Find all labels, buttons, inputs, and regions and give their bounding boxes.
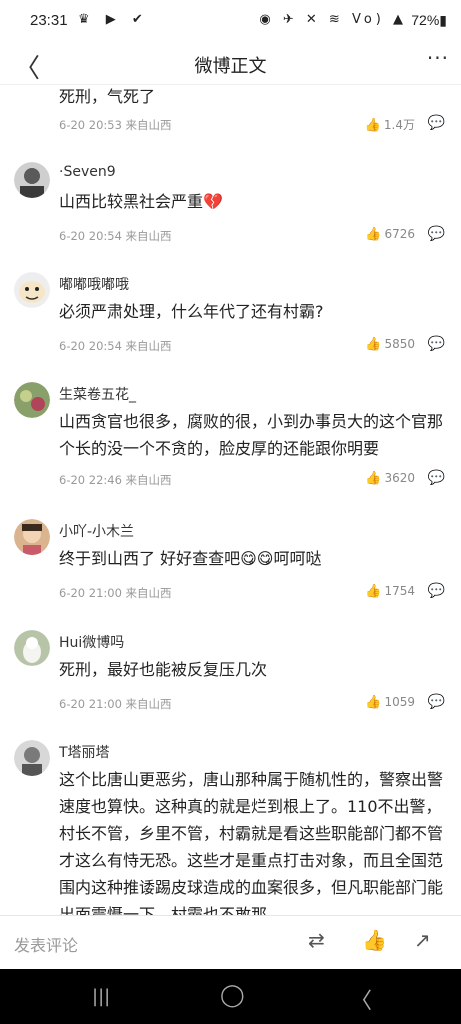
like-button[interactable]: 👍 1754 [365, 584, 415, 599]
comment-text: 终于到山西了 好好查查吧😋😋呵呵哒 [59, 549, 322, 568]
battery-indicator: 72%▮ [411, 12, 447, 28]
comment-text: 死刑，最好也能被反复压几次 [59, 660, 268, 679]
like-count: 3620 [384, 471, 415, 485]
status-bar: 23:31 ♛ ▶ ✔ ◉ ✈ ✕ ≋ Vo) ▲ 72%▮ [0, 0, 461, 44]
comment-username[interactable]: 生菜卷五花_ [59, 384, 136, 404]
comment-item: 生菜卷五花_ 山西贪官也很多，腐败的很，小到办事员大的这个官那个长的没一个不贪的… [0, 375, 461, 495]
share-icon[interactable]: ↗ [414, 928, 431, 952]
comment-bubble-icon[interactable]: 💬 [428, 470, 445, 486]
avatar[interactable] [14, 630, 50, 666]
comment-meta: 6-20 21:00 来自山西 [59, 697, 172, 711]
thumb-up-icon: 👍 [365, 695, 382, 710]
avatar[interactable] [14, 162, 50, 198]
repost-icon[interactable]: ⇄ [308, 928, 325, 952]
comment-text: 必须严肃处理，什么年代了还有村霸? [59, 302, 324, 321]
comment-meta: 6-20 20:53 来自山西 [59, 118, 172, 132]
like-button[interactable]: 👍 6726 [365, 227, 415, 242]
comment-item: 嘟嘟哦嘟哦 必须严肃处理，什么年代了还有村霸? 6-20 20:54 来自山西 … [0, 265, 461, 365]
top-nav-bar: 〈 微博正文 ··· [0, 44, 461, 85]
comment-username[interactable]: 嘟嘟哦嘟哦 [59, 274, 129, 294]
status-time: 23:31 [30, 12, 68, 29]
avatar[interactable] [14, 272, 50, 308]
page-title: 微博正文 [194, 56, 267, 77]
recent-apps-button[interactable]: ||| [92, 986, 110, 1007]
comment-meta: 6-20 21:00 来自山西 [59, 586, 172, 600]
comment-item: T塔丽塔 这个比唐山更恶劣，唐山那种属于随机性的，警察出警速度也算快。这种真的就… [0, 733, 461, 915]
avatar[interactable] [14, 740, 50, 776]
comment-text: 山西比较黑社会严重💔 [59, 192, 223, 211]
avatar[interactable] [14, 382, 50, 418]
comment-text: 山西贪官也很多，腐败的很，小到办事员大的这个官那个长的没一个不贪的，脸皮厚的还能… [59, 412, 444, 458]
like-count: 1059 [384, 695, 415, 709]
bottom-action-bar: 发表评论 ⇄ 👍 ↗ [0, 915, 461, 970]
thumb-up-icon: 👍 [365, 337, 382, 352]
like-button[interactable]: 👍 1059 [365, 695, 415, 710]
comment-item: 小吖-小木兰 终于到山西了 好好查查吧😋😋呵呵哒 6-20 21:00 来自山西… [0, 512, 461, 612]
like-count: 1754 [384, 584, 415, 598]
comment-meta: 6-20 20:54 来自山西 [59, 339, 172, 353]
comment-item: ·Seven9 山西比较黑社会严重💔 6-20 20:54 来自山西 👍 6726… [0, 155, 461, 255]
comment-bubble-icon[interactable]: 💬 [428, 694, 445, 710]
comment-item: Hui微博吗 死刑，最好也能被反复压几次 6-20 21:00 来自山西 👍 10… [0, 623, 461, 723]
comment-username[interactable]: 小吖-小木兰 [59, 521, 134, 541]
like-icon[interactable]: 👍 [362, 928, 387, 952]
notification-icons: ♛ ▶ ✔ [78, 12, 149, 27]
comment-meta: 6-20 22:46 来自山西 [59, 473, 172, 487]
like-button[interactable]: 👍 5850 [365, 337, 415, 352]
thumb-up-icon: 👍 [365, 471, 382, 486]
like-count: 6726 [384, 227, 415, 241]
thumb-up-icon: 👍 [364, 118, 381, 133]
thumb-up-icon: 👍 [365, 227, 382, 242]
comment-input[interactable]: 发表评论 [14, 932, 78, 956]
system-back-button[interactable]: 〈 [350, 983, 372, 1015]
home-button[interactable]: ◯ [220, 983, 245, 1008]
comment-bubble-icon[interactable]: 💬 [428, 115, 445, 131]
comment-meta: 6-20 20:54 来自山西 [59, 229, 172, 243]
system-navigation-bar: ||| ◯ 〈 [0, 969, 461, 1024]
comment-username[interactable]: ·Seven9 [59, 164, 116, 180]
like-button[interactable]: 👍 3620 [365, 471, 415, 486]
more-options-button[interactable]: ··· [427, 46, 449, 70]
comment-list[interactable]: 死刑，气死了 6-20 20:53 来自山西 👍 1.4万 💬 ·Seven9 山… [0, 85, 461, 915]
comment-item: 死刑，气死了 6-20 20:53 来自山西 👍 1.4万 💬 [0, 85, 461, 145]
comment-bubble-icon[interactable]: 💬 [428, 583, 445, 599]
system-status-icons: ◉ ✈ ✕ ≋ Vo) ▲ [259, 12, 407, 27]
like-count: 5850 [384, 337, 415, 351]
like-button[interactable]: 👍 1.4万 [365, 116, 415, 133]
thumb-up-icon: 👍 [365, 584, 382, 599]
comment-bubble-icon[interactable]: 💬 [428, 336, 445, 352]
comment-text: 死刑，气死了 [59, 87, 156, 106]
comment-bubble-icon[interactable]: 💬 [428, 226, 445, 242]
like-count: 1.4万 [383, 118, 415, 132]
avatar[interactable] [14, 519, 50, 555]
comment-username[interactable]: T塔丽塔 [59, 742, 110, 762]
comment-text: 这个比唐山更恶劣，唐山那种属于随机性的，警察出警速度也算快。这种真的就是烂到根上… [59, 770, 444, 915]
comment-username[interactable]: Hui微博吗 [59, 632, 124, 652]
